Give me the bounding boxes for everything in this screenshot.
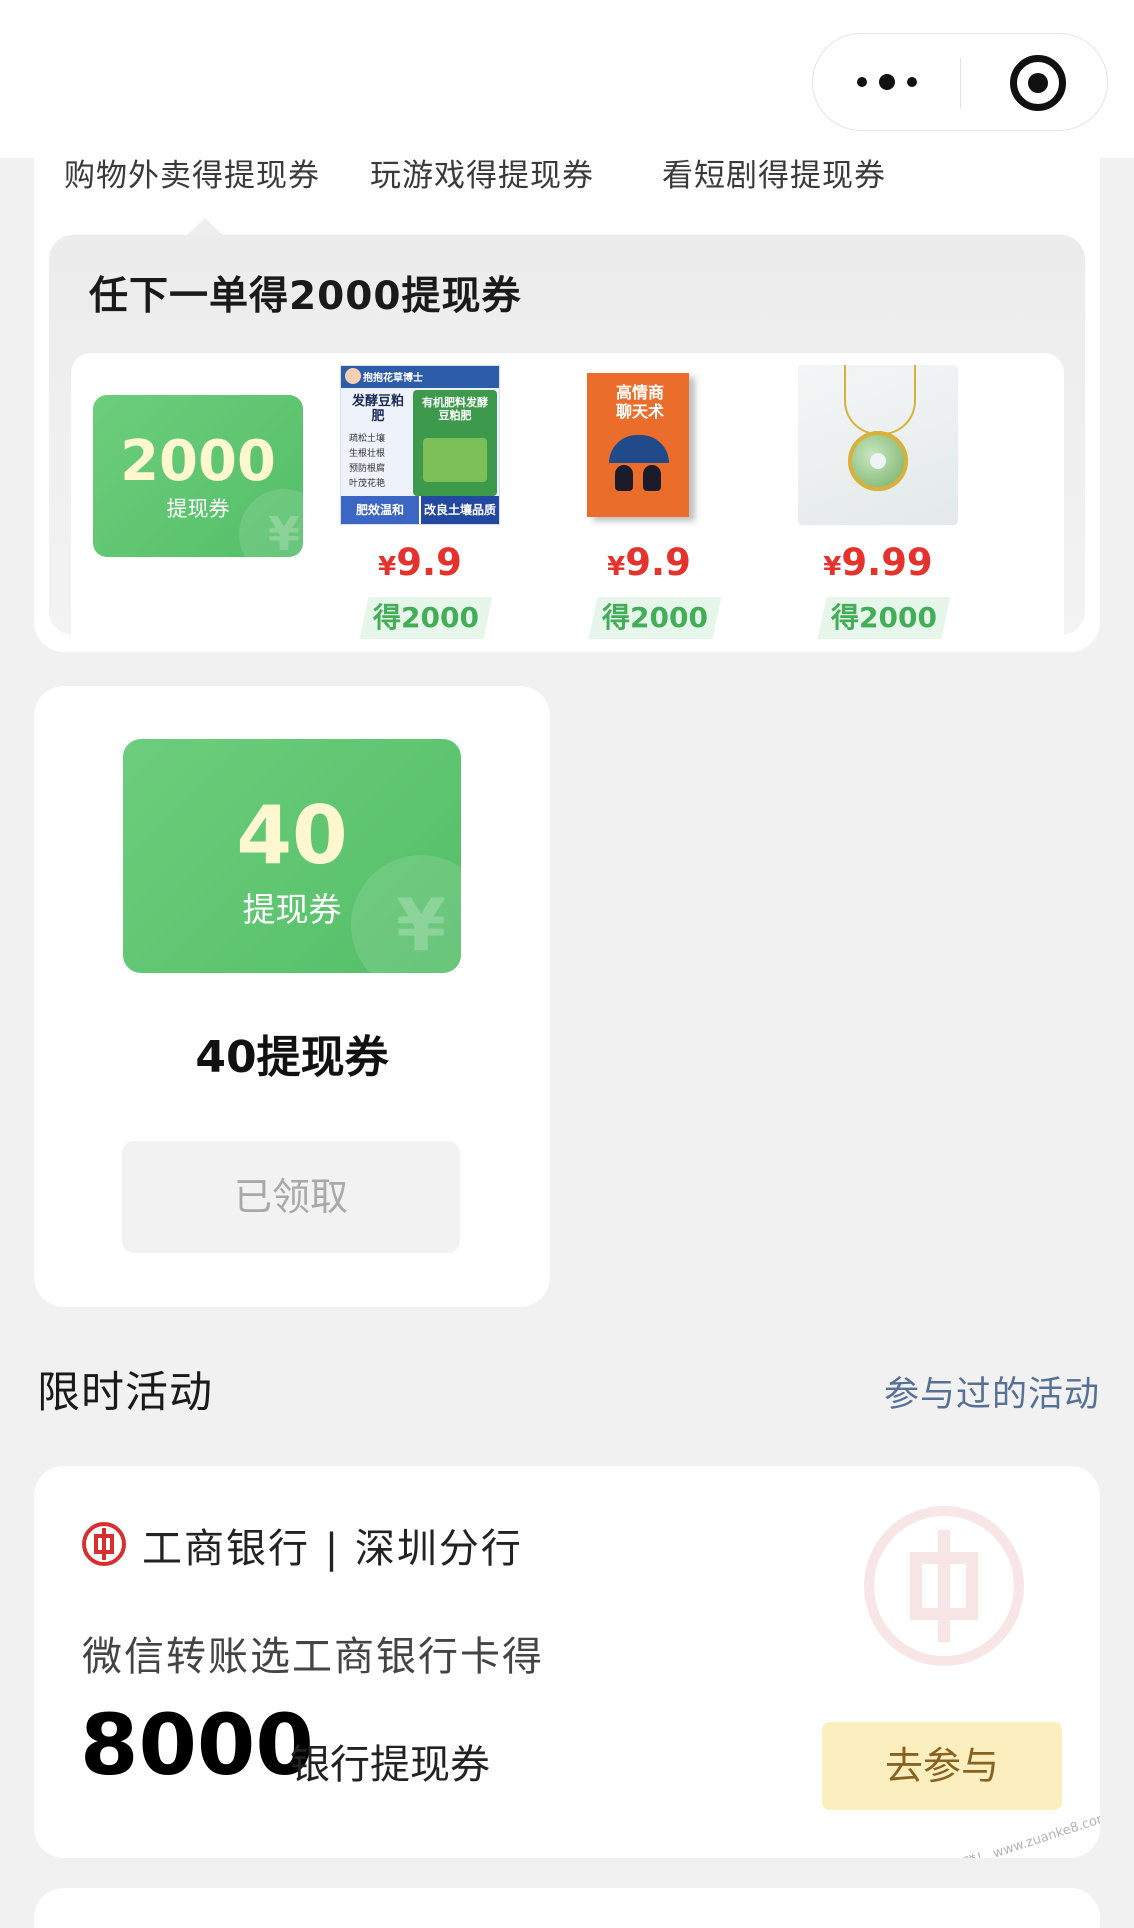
bank-activity-card[interactable]: 工商银行 | 深圳分行 微信转账选工商银行卡得 8000 银行提现券 去参与 赚… bbox=[34, 1466, 1100, 1858]
product-earn-badge: 得2000 bbox=[359, 597, 493, 639]
mini-program-capsule bbox=[812, 33, 1108, 131]
voucher-amount: 2000 bbox=[120, 429, 276, 494]
bank-name: 工商银行 | 深圳分行 bbox=[142, 1526, 523, 1572]
product-price: ¥9.9 bbox=[378, 541, 462, 584]
active-tab-pointer bbox=[186, 218, 224, 236]
product-image: 高情商聊天术 bbox=[569, 365, 729, 525]
reward-amount: 8000 bbox=[80, 1696, 314, 1794]
tab-short-drama[interactable]: 看短剧得提现券 bbox=[662, 150, 886, 195]
voucher-label: 提现券 bbox=[166, 497, 230, 521]
product-earn-badge: 得2000 bbox=[588, 597, 722, 639]
site-watermark: 赚客吧，有奖一起赚！ www.zuanke8.com bbox=[863, 1809, 1100, 1858]
voucher-2000[interactable]: ¥ 2000 提现券 bbox=[93, 395, 303, 557]
tab-games[interactable]: 玩游戏得提现券 bbox=[370, 150, 594, 195]
product-image: 抱抱花草博士 发酵豆粕肥 疏松土壤 生根壮根 预防根腐 叶茂花艳 有机肥料发酵豆… bbox=[340, 365, 500, 525]
joined-activities-link[interactable]: 参与过的活动 bbox=[884, 1366, 1100, 1417]
product-price: ¥9.9 bbox=[607, 541, 691, 584]
voucher-amount: 40 bbox=[236, 789, 348, 882]
top-bar bbox=[0, 0, 1134, 158]
section-title: 限时活动 bbox=[37, 1368, 213, 1418]
reward-unit: 银行提现券 bbox=[290, 1742, 490, 1788]
product-image bbox=[798, 365, 958, 525]
join-button[interactable]: 去参与 bbox=[822, 1722, 1062, 1810]
task-card: 购物外卖得提现券 玩游戏得提现券 看短剧得提现券 任下一单得2000提现券 ¥ … bbox=[34, 158, 1100, 652]
promo-title: 任下一单得2000提现券 bbox=[89, 274, 522, 319]
next-activity-card bbox=[34, 1888, 1100, 1928]
promo-panel[interactable]: 任下一单得2000提现券 ¥ 2000 提现券 抱抱花草博士 发酵豆粕肥 疏松土… bbox=[49, 235, 1085, 639]
more-icon[interactable] bbox=[813, 34, 960, 130]
activity-description: 微信转账选工商银行卡得 bbox=[82, 1634, 544, 1680]
claimed-button[interactable]: 已领取 bbox=[122, 1141, 460, 1253]
voucher-title: 40提现券 bbox=[195, 1032, 389, 1083]
icbc-logo-icon bbox=[82, 1522, 126, 1566]
task-tabs: 购物外卖得提现券 玩游戏得提现券 看短剧得提现券 bbox=[34, 158, 1100, 198]
tab-shopping[interactable]: 购物外卖得提现券 bbox=[64, 150, 320, 195]
voucher-label: 提现券 bbox=[242, 890, 342, 929]
promo-products: ¥ 2000 提现券 抱抱花草博士 发酵豆粕肥 疏松土壤 生根壮根 预防根腐 叶… bbox=[71, 353, 1064, 639]
product-price: ¥9.99 bbox=[823, 541, 933, 584]
product-earn-badge: 得2000 bbox=[817, 597, 951, 639]
voucher40-card: ¥ 40 提现券 40提现券 已领取 bbox=[34, 686, 550, 1307]
close-target-icon[interactable] bbox=[1010, 55, 1066, 111]
capsule-divider bbox=[960, 58, 961, 108]
voucher-40: ¥ 40 提现券 bbox=[123, 739, 461, 973]
icbc-logo-icon bbox=[864, 1506, 1024, 1666]
